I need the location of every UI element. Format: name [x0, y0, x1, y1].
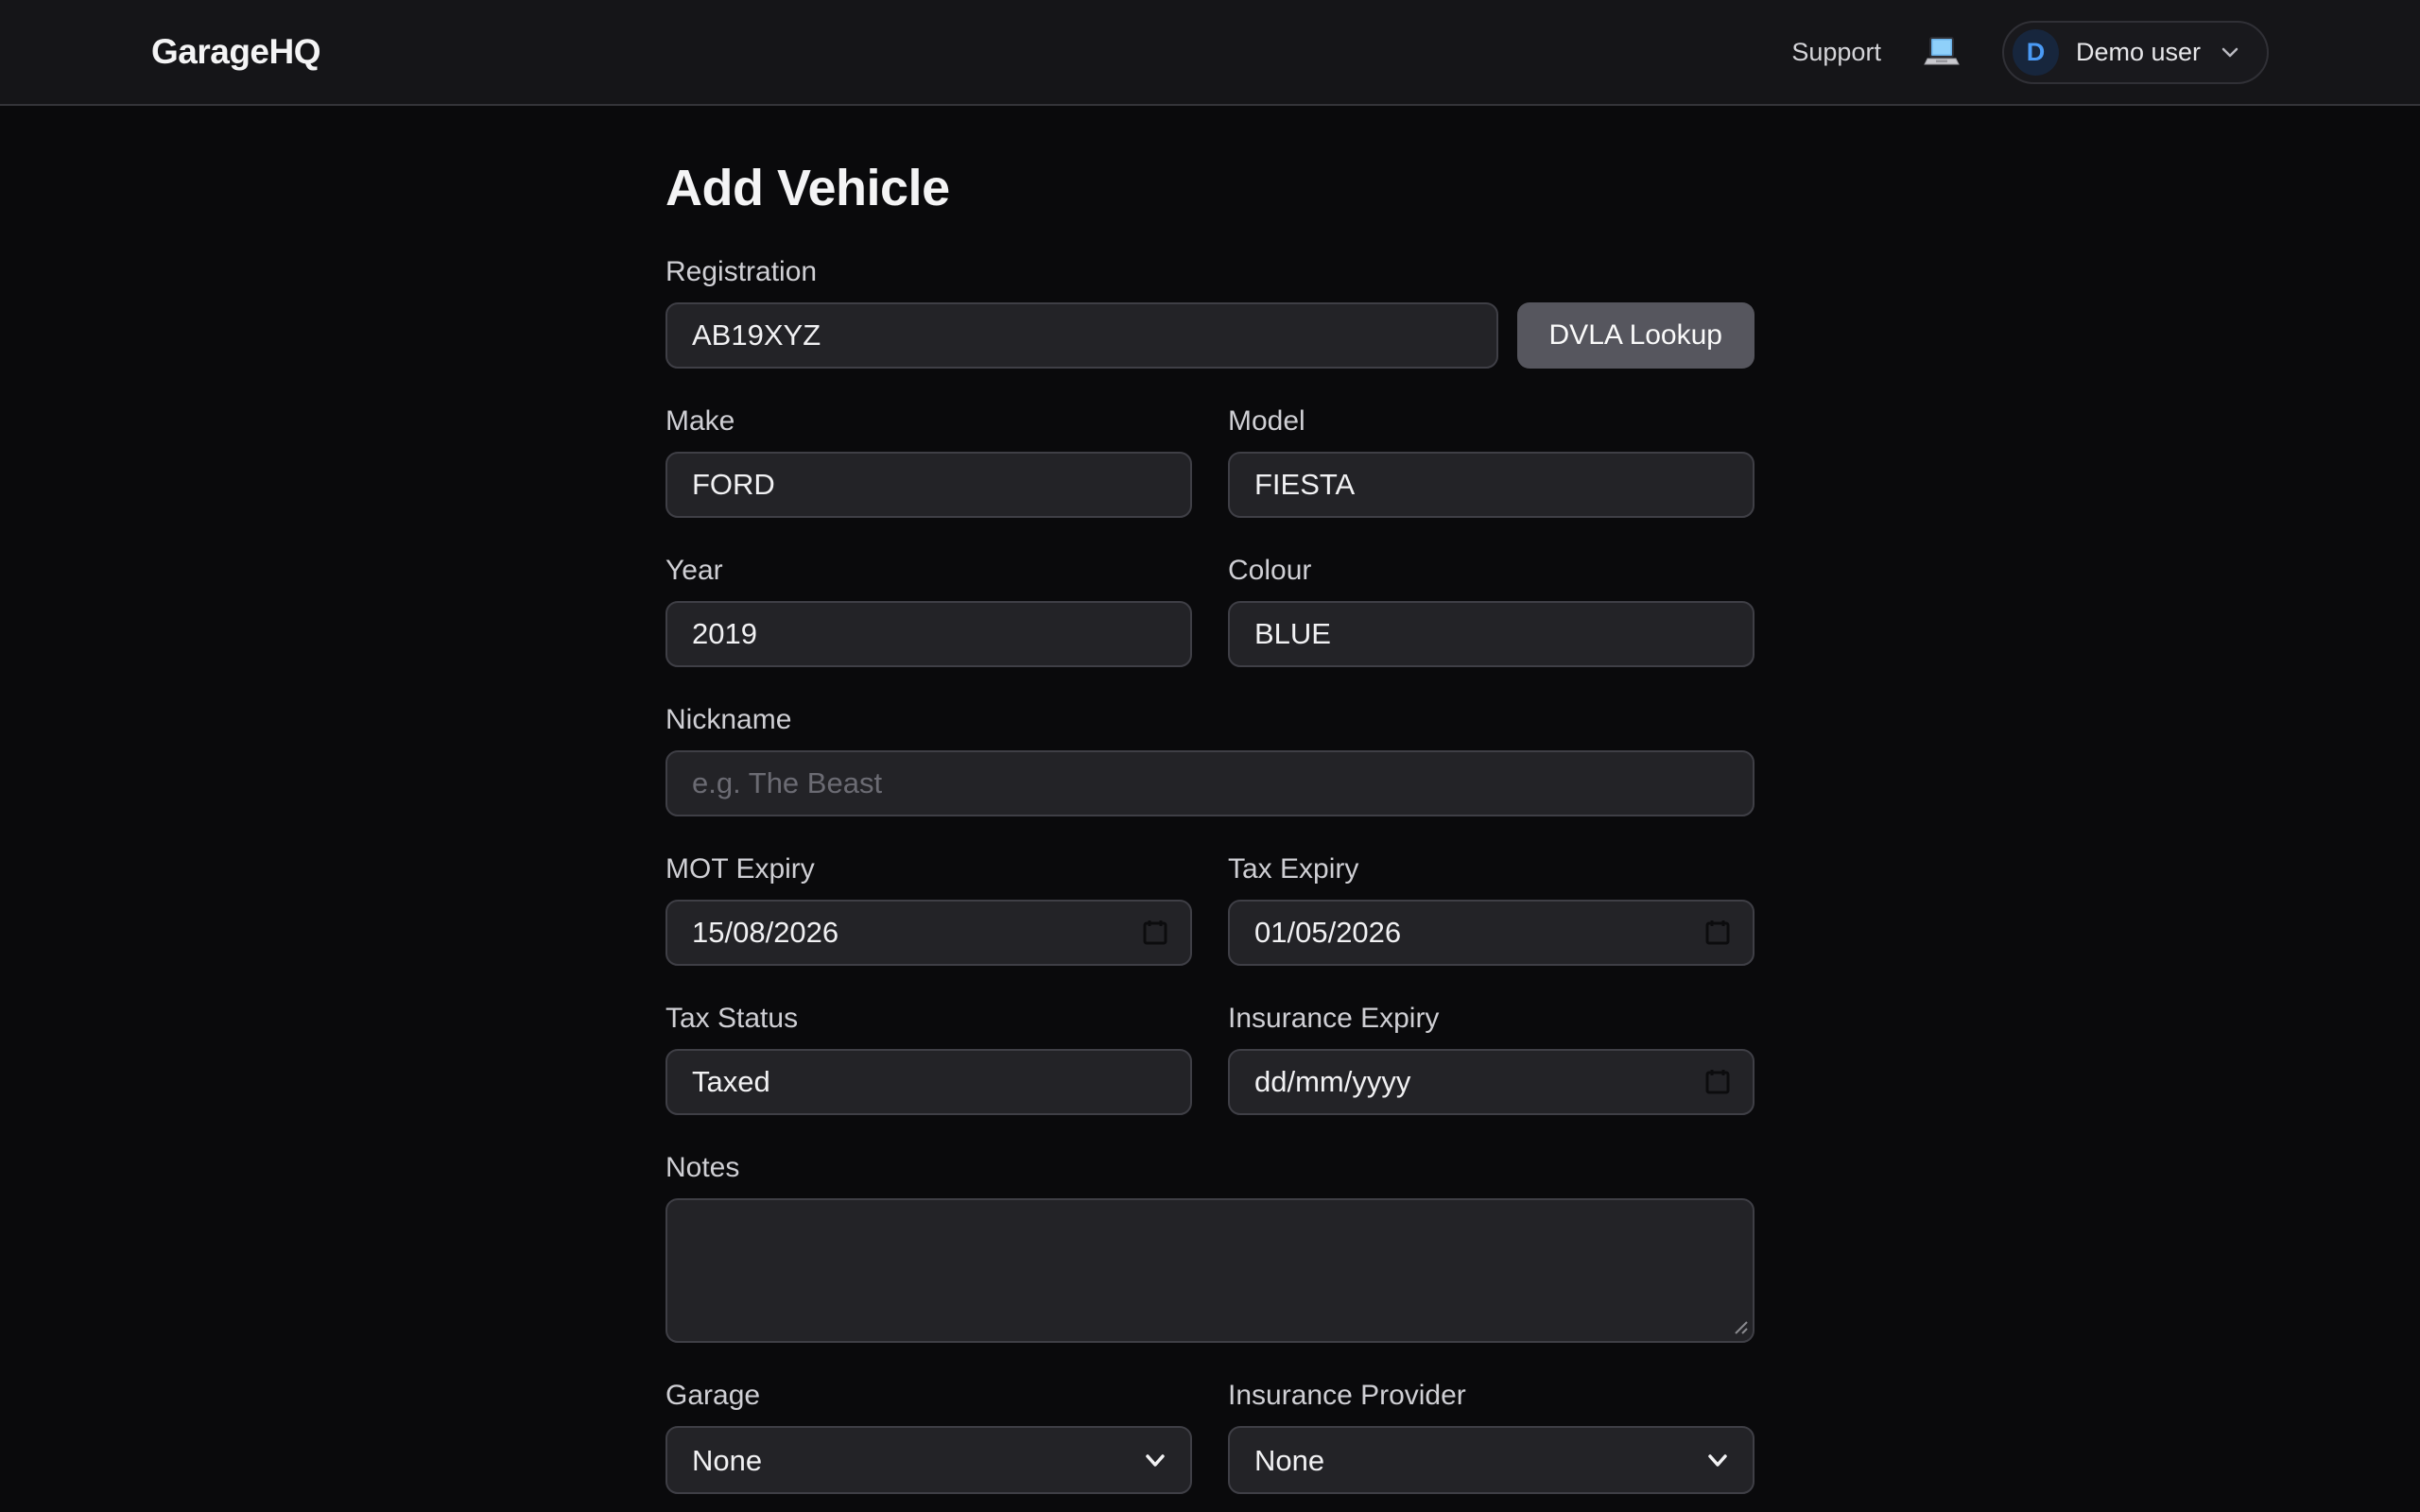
- registration-input[interactable]: [666, 302, 1498, 369]
- insurance-expiry-label: Insurance Expiry: [1228, 1002, 1754, 1036]
- model-field: Model: [1228, 404, 1754, 518]
- mot-expiry-label: MOT Expiry: [666, 852, 1192, 886]
- make-field: Make: [666, 404, 1192, 518]
- make-input[interactable]: [666, 452, 1192, 518]
- model-input[interactable]: [1228, 452, 1754, 518]
- avatar: D: [2013, 29, 2059, 76]
- page-title: Add Vehicle: [666, 159, 1754, 217]
- insurance-provider-field: Insurance Provider None: [1228, 1379, 1754, 1494]
- add-vehicle-page: Add Vehicle Registration DVLA Lookup Mak…: [666, 106, 1754, 1494]
- dvla-lookup-button[interactable]: DVLA Lookup: [1517, 302, 1754, 369]
- support-link[interactable]: Support: [1791, 38, 1881, 67]
- nickname-label: Nickname: [666, 703, 1754, 737]
- mot-expiry-field: MOT Expiry: [666, 852, 1192, 966]
- user-name: Demo user: [2076, 38, 2201, 67]
- laptop-icon[interactable]: [1923, 34, 1961, 70]
- registration-label: Registration: [666, 255, 1754, 289]
- chevron-down-icon: [2218, 40, 2242, 64]
- model-label: Model: [1228, 404, 1754, 438]
- insurance-provider-select[interactable]: None: [1228, 1426, 1754, 1494]
- user-menu[interactable]: D Demo user: [2002, 21, 2269, 84]
- mot-expiry-input[interactable]: [666, 900, 1192, 966]
- tax-status-input[interactable]: [666, 1049, 1192, 1115]
- nickname-field: Nickname: [666, 703, 1754, 816]
- insurance-provider-label: Insurance Provider: [1228, 1379, 1754, 1413]
- colour-label: Colour: [1228, 554, 1754, 588]
- make-label: Make: [666, 404, 1192, 438]
- insurance-expiry-field: Insurance Expiry: [1228, 1002, 1754, 1115]
- tax-expiry-label: Tax Expiry: [1228, 852, 1754, 886]
- insurance-expiry-input[interactable]: [1228, 1049, 1754, 1115]
- add-vehicle-form: Registration DVLA Lookup Make Model Year: [666, 255, 1754, 1494]
- colour-field: Colour: [1228, 554, 1754, 667]
- year-input[interactable]: [666, 601, 1192, 667]
- notes-field: Notes: [666, 1151, 1754, 1343]
- notes-label: Notes: [666, 1151, 1754, 1185]
- registration-field: Registration DVLA Lookup: [666, 255, 1754, 369]
- garage-select[interactable]: None: [666, 1426, 1192, 1494]
- tax-status-label: Tax Status: [666, 1002, 1192, 1036]
- tax-status-field: Tax Status: [666, 1002, 1192, 1115]
- tax-expiry-field: Tax Expiry: [1228, 852, 1754, 966]
- garage-field: Garage None: [666, 1379, 1192, 1494]
- tax-expiry-input[interactable]: [1228, 900, 1754, 966]
- nav-right: Support D Demo user: [1791, 21, 2269, 84]
- notes-textarea[interactable]: [666, 1198, 1754, 1343]
- colour-input[interactable]: [1228, 601, 1754, 667]
- avatar-letter: D: [2027, 38, 2046, 67]
- laptop-icon-glyph: [1923, 34, 1961, 70]
- top-nav: GarageHQ Support D Demo user: [0, 0, 2420, 106]
- year-field: Year: [666, 554, 1192, 667]
- app-logo[interactable]: GarageHQ: [151, 32, 320, 72]
- nickname-input[interactable]: [666, 750, 1754, 816]
- year-label: Year: [666, 554, 1192, 588]
- garage-label: Garage: [666, 1379, 1192, 1413]
